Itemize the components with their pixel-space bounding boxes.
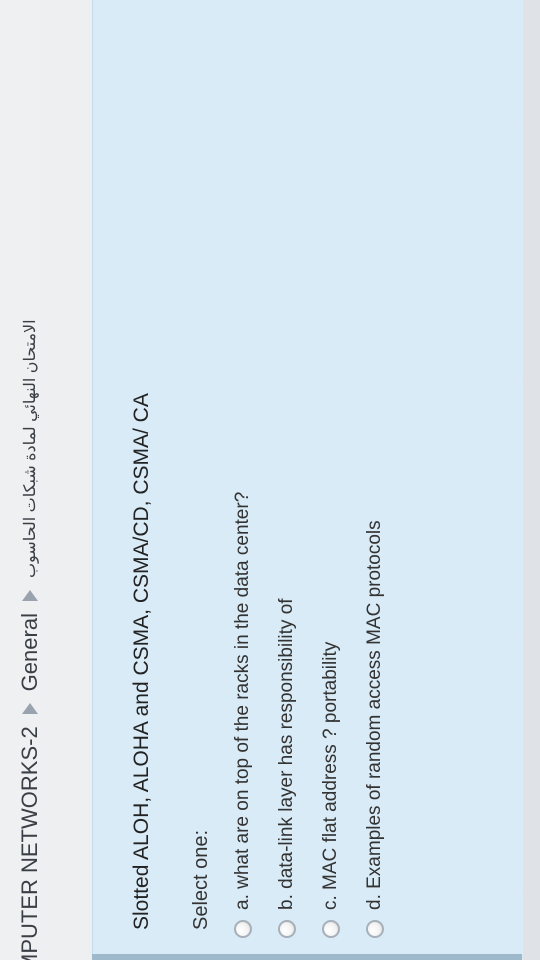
answer-options: a. what are on top of the racks in the d… xyxy=(232,492,386,938)
answer-option-a[interactable]: a. what are on top of the racks in the d… xyxy=(232,492,254,938)
select-one-label: Select one: xyxy=(190,829,212,930)
breadcrumb-section[interactable]: General xyxy=(17,613,43,691)
answer-label: a. what are on top of the racks in the d… xyxy=(232,491,253,910)
answer-option-c[interactable]: c. MAC flat address ? portability xyxy=(320,492,342,938)
question-text: Slotted ALOH, ALOHA and CSMA, CSMA/CD, C… xyxy=(130,393,153,930)
radio-button[interactable] xyxy=(234,920,252,938)
answer-option-b[interactable]: b. data-link layer has responsibility of xyxy=(276,492,298,938)
answer-option-d[interactable]: d. Examples of random access MAC protoco… xyxy=(364,492,386,938)
breadcrumb-course[interactable]: MPUTER NETWORKS-2 xyxy=(17,726,43,960)
breadcrumb-separator-icon xyxy=(22,703,38,715)
answer-label: d. Examples of random access MAC protoco… xyxy=(364,520,385,910)
breadcrumb-exam[interactable]: الامتحان النهائي لمادة شبكات الحاسوب xyxy=(20,319,40,578)
breadcrumb: MPUTER NETWORKS-2 General الامتحان النها… xyxy=(10,319,50,960)
radio-button[interactable] xyxy=(278,920,296,938)
answer-label: b. data-link layer has responsibility of xyxy=(276,598,297,910)
answer-label: c. MAC flat address ? portability xyxy=(320,641,341,910)
radio-button[interactable] xyxy=(322,920,340,938)
radio-button[interactable] xyxy=(366,920,384,938)
question-info-strip xyxy=(92,954,522,960)
breadcrumb-separator-icon xyxy=(22,590,38,602)
quiz-page: MPUTER NETWORKS-2 General الامتحان النها… xyxy=(0,0,540,960)
